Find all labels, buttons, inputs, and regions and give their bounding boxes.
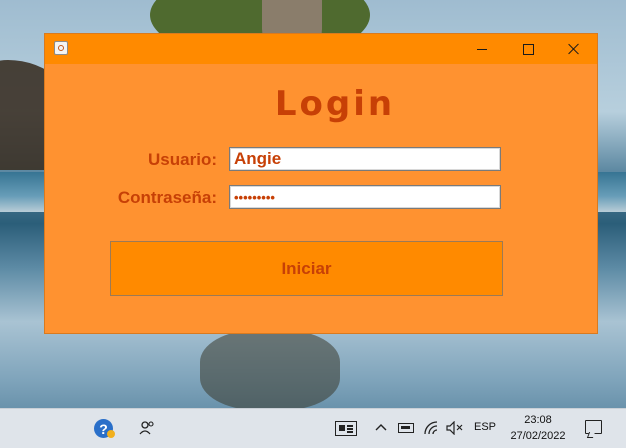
battery-icon[interactable]	[398, 423, 414, 433]
help-icon[interactable]: ?	[94, 419, 115, 438]
username-input[interactable]	[229, 147, 501, 171]
taskbar: ? ESP 23:08 27/02/2022	[0, 408, 626, 448]
username-label: Usuario:	[148, 150, 217, 169]
login-heading: Login	[274, 84, 396, 124]
maximize-icon	[522, 43, 534, 55]
chevron-up-icon[interactable]	[374, 420, 388, 434]
clock-time: 23:08	[524, 414, 552, 426]
java-app-icon	[54, 41, 68, 55]
close-button[interactable]	[551, 34, 597, 64]
help-badge-icon	[107, 430, 115, 438]
language-indicator[interactable]: ESP	[474, 421, 496, 433]
password-label: Contraseña:	[117, 188, 217, 207]
login-window: Login Usuario: Contraseña: Iniciar	[45, 34, 597, 333]
clock-date: 27/02/2022	[510, 430, 566, 442]
wallpaper-reflection	[200, 330, 340, 408]
close-icon	[568, 43, 580, 55]
minimize-icon	[477, 48, 487, 50]
notification-icon[interactable]	[585, 420, 602, 434]
news-icon[interactable]	[335, 421, 357, 436]
login-button[interactable]: Iniciar	[110, 241, 503, 296]
maximize-button[interactable]	[505, 34, 551, 64]
minimize-button[interactable]	[459, 34, 505, 64]
wifi-icon[interactable]	[424, 420, 440, 436]
title-bar[interactable]	[45, 34, 597, 64]
volume-muted-icon[interactable]	[446, 420, 464, 436]
password-input[interactable]	[229, 185, 501, 209]
clock[interactable]: 23:08 27/02/2022	[504, 412, 572, 444]
people-icon[interactable]	[138, 419, 156, 437]
